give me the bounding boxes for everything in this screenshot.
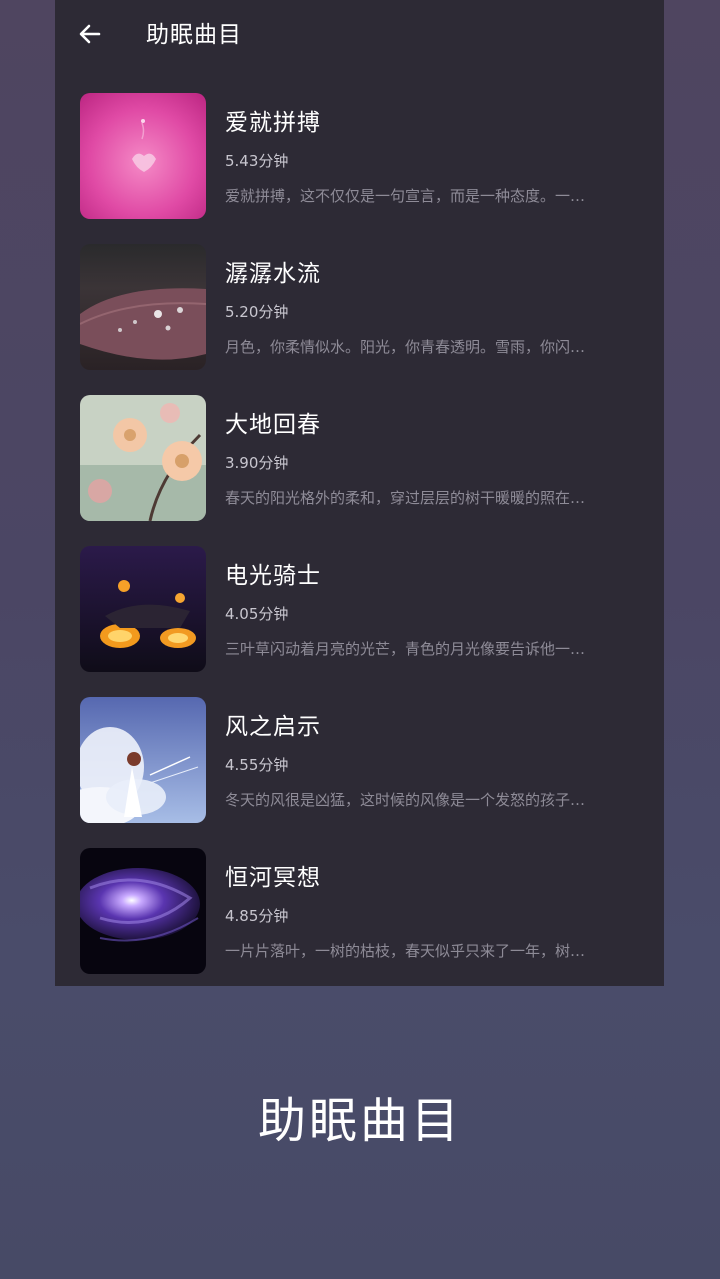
track-item[interactable]: 潺潺水流 5.20分钟 月色，你柔情似水。阳光，你青春透明。雪雨，你闪… [55, 244, 664, 395]
track-item[interactable]: 风之启示 4.55分钟 冬天的风很是凶猛，这时候的风像是一个发怒的孩子… [55, 697, 664, 848]
arrow-left-icon [79, 24, 101, 44]
track-thumbnail [80, 848, 206, 974]
track-duration: 3.90分钟 [225, 454, 289, 472]
track-title: 大地回春 [225, 412, 321, 438]
track-thumbnail [80, 93, 206, 219]
track-description: 月色，你柔情似水。阳光，你青春透明。雪雨，你闪… [225, 338, 586, 356]
top-bar: 助眠曲目 [55, 0, 664, 72]
track-duration: 4.85分钟 [225, 907, 289, 925]
track-description: 春天的阳光格外的柔和，穿过层层的树干暖暖的照在… [225, 489, 586, 507]
track-thumbnail [80, 395, 206, 521]
track-title: 潺潺水流 [225, 261, 321, 287]
track-title: 爱就拼搏 [225, 110, 321, 136]
track-thumbnail [80, 244, 206, 370]
app-screen: 助眠曲目 爱就拼搏 5.43分钟 爱就拼搏，这不仅仅是一句宣言，而是一种态度。一… [55, 0, 664, 986]
track-description: 三叶草闪动着月亮的光芒，青色的月光像要告诉他一… [225, 640, 586, 658]
track-item[interactable]: 恒河冥想 4.85分钟 一片片落叶，一树的枯枝，春天似乎只来了一年，树… [55, 848, 664, 999]
page-title: 助眠曲目 [146, 22, 242, 48]
track-list: 爱就拼搏 5.43分钟 爱就拼搏，这不仅仅是一句宣言，而是一种态度。一… 潺潺水… [55, 93, 664, 999]
track-duration: 4.05分钟 [225, 605, 289, 623]
promo-caption: 助眠曲目 [257, 1093, 462, 1149]
track-item[interactable]: 大地回春 3.90分钟 春天的阳光格外的柔和，穿过层层的树干暖暖的照在… [55, 395, 664, 546]
track-item[interactable]: 爱就拼搏 5.43分钟 爱就拼搏，这不仅仅是一句宣言，而是一种态度。一… [55, 93, 664, 244]
track-description: 冬天的风很是凶猛，这时候的风像是一个发怒的孩子… [225, 791, 586, 809]
track-duration: 5.43分钟 [225, 152, 289, 170]
track-duration: 4.55分钟 [225, 756, 289, 774]
track-thumbnail [80, 546, 206, 672]
track-description: 一片片落叶，一树的枯枝，春天似乎只来了一年，树… [225, 942, 586, 960]
back-button[interactable] [77, 20, 103, 48]
track-title: 风之启示 [225, 714, 321, 740]
track-description: 爱就拼搏，这不仅仅是一句宣言，而是一种态度。一… [225, 187, 586, 205]
track-title: 电光骑士 [225, 563, 321, 589]
track-title: 恒河冥想 [225, 865, 321, 891]
track-item[interactable]: 电光骑士 4.05分钟 三叶草闪动着月亮的光芒，青色的月光像要告诉他一… [55, 546, 664, 697]
track-thumbnail [80, 697, 206, 823]
track-duration: 5.20分钟 [225, 303, 289, 321]
